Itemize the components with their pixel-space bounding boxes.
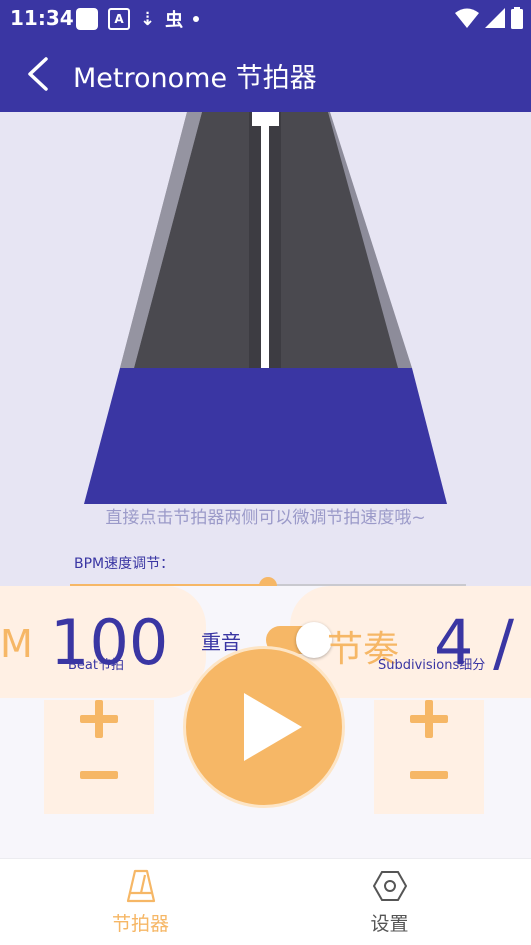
status-system-icons bbox=[455, 7, 523, 29]
page-title: Metronome 节拍器 bbox=[73, 63, 317, 94]
notification-app-icon bbox=[76, 8, 98, 30]
subdivision-stepper bbox=[374, 700, 484, 814]
subdivision-decrease-button[interactable] bbox=[410, 756, 448, 794]
metronome-area[interactable]: 直接点击节拍器两侧可以微调节拍速度哦~ BPM速度调节： bbox=[0, 112, 531, 586]
more-dot-icon bbox=[193, 16, 200, 22]
status-notification-icons: A ⇣ 虫 bbox=[76, 6, 200, 32]
subdivision-increase-button[interactable] bbox=[410, 700, 448, 738]
wifi-icon bbox=[455, 8, 479, 28]
plus-icon-vertical bbox=[425, 700, 433, 738]
plus-icon-vertical bbox=[95, 700, 103, 738]
minus-icon bbox=[80, 771, 118, 779]
tempo-increase-button[interactable] bbox=[80, 700, 118, 738]
beat-label: Beat节拍 bbox=[68, 658, 124, 673]
nav-item-settings[interactable]: 设置 bbox=[257, 859, 522, 945]
metronome-weight bbox=[252, 112, 279, 126]
app-bar: Metronome 节拍器 bbox=[0, 36, 531, 112]
metronome-base bbox=[84, 368, 447, 504]
bottom-navigation: 节拍器 设置 bbox=[0, 858, 531, 945]
bpm-unit-label: M bbox=[0, 622, 33, 666]
subdivision-label: Subdivisions细分 bbox=[378, 658, 486, 673]
settings-hex-icon bbox=[372, 871, 407, 901]
nav-label-settings: 设置 bbox=[370, 913, 409, 935]
metronome-pendulum bbox=[261, 122, 269, 368]
bpm-slider-label: BPM速度调节： bbox=[74, 556, 175, 572]
metronome-icon bbox=[126, 869, 155, 903]
back-arrow-icon[interactable] bbox=[24, 56, 52, 92]
minus-icon bbox=[410, 771, 448, 779]
a-badge-icon: A bbox=[108, 8, 130, 30]
hint-text: 直接点击节拍器两侧可以微调节拍速度哦~ bbox=[105, 508, 426, 528]
status-time: 11:34 bbox=[10, 6, 74, 30]
bug-icon: 虫 bbox=[165, 10, 184, 31]
status-bar: 11:34 A ⇣ 虫 bbox=[0, 0, 531, 36]
download-icon: ⇣ bbox=[140, 8, 156, 30]
tempo-stepper bbox=[44, 700, 154, 814]
signal-icon bbox=[485, 8, 505, 28]
tempo-decrease-button[interactable] bbox=[80, 756, 118, 794]
battery-icon bbox=[511, 7, 523, 29]
play-button[interactable] bbox=[183, 646, 345, 808]
nav-label-metronome: 节拍器 bbox=[111, 913, 169, 935]
play-icon bbox=[244, 693, 302, 761]
nav-item-metronome[interactable]: 节拍器 bbox=[8, 859, 273, 945]
